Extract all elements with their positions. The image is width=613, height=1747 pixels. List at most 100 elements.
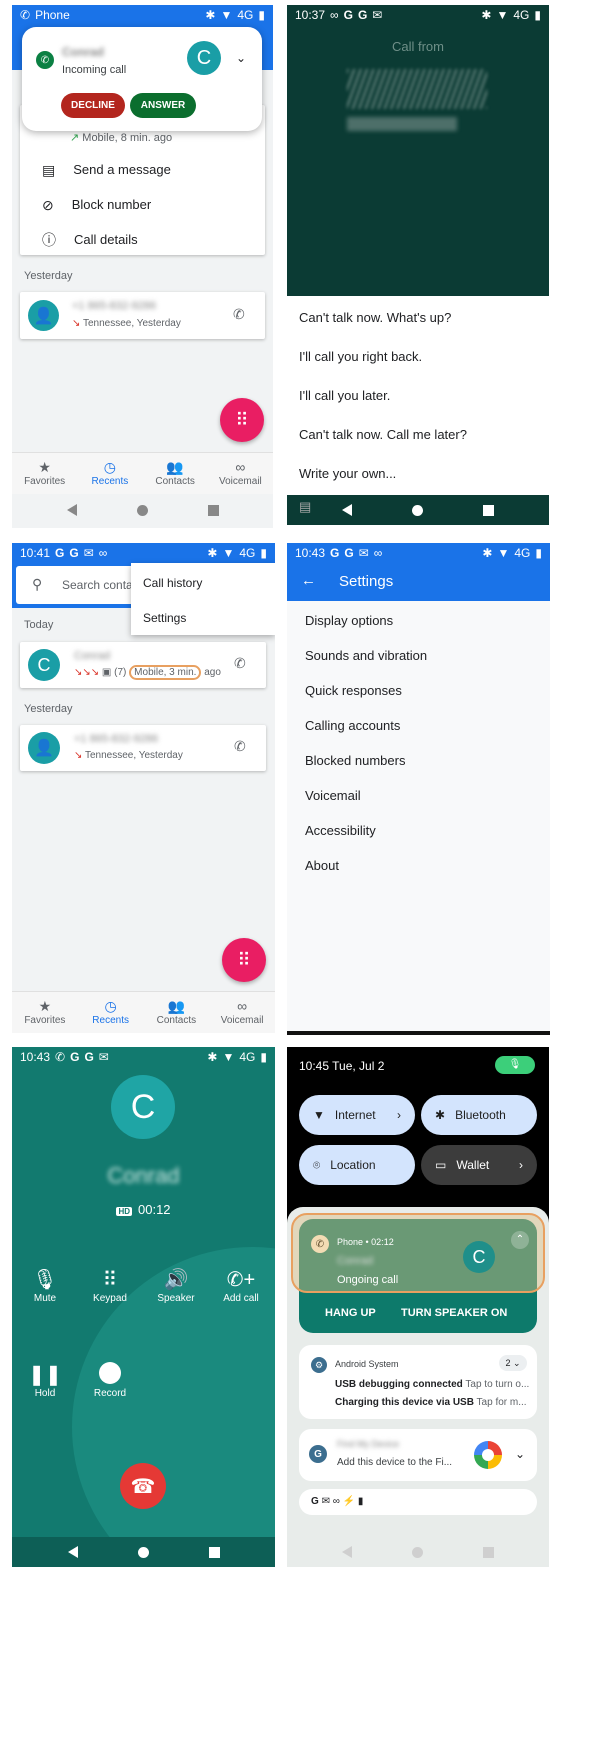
back-button[interactable] xyxy=(342,1546,352,1558)
yesterday-call-entry[interactable]: 👤 +1 865-832-9286 ↘ Tennessee, Yesterday… xyxy=(20,725,266,771)
panel-notification-shade: 10:45 Tue, Jul 2 🎙 ▼ Internet › ✱ Bluetooth… xyxy=(287,1047,549,1567)
star-icon: ★ xyxy=(38,998,52,1014)
recents-button[interactable] xyxy=(208,1546,220,1558)
add-call-button[interactable]: ✆+ Add call xyxy=(211,1267,271,1304)
reply-option-1[interactable]: Can't talk now. What's up? xyxy=(299,310,451,325)
decline-button[interactable]: DECLINE xyxy=(61,93,125,118)
settings-voicemail[interactable]: Voicemail xyxy=(305,788,361,803)
end-call-button[interactable]: ☎ xyxy=(120,1463,166,1509)
today-call-entry[interactable]: C Conrad ↘↘↘ ▣ (7) Mobile, 3 min. ago ✆ xyxy=(20,642,266,688)
tile-bluetooth[interactable]: ✱ Bluetooth xyxy=(421,1095,537,1135)
dialpad-button[interactable]: ⠿ xyxy=(220,398,264,442)
chevron-up-icon[interactable]: ⌃ xyxy=(511,1231,529,1249)
home-button[interactable] xyxy=(137,1546,149,1558)
settings-display-options[interactable]: Display options xyxy=(305,613,393,628)
call-icon[interactable]: ✆ xyxy=(234,655,246,672)
tab-favorites[interactable]: ★ Favorites xyxy=(12,453,77,494)
mic-off-icon: 🎙 xyxy=(32,1269,58,1291)
app-bar: ← Settings xyxy=(287,563,550,601)
google-icon: G xyxy=(309,1445,327,1463)
settings-about[interactable]: About xyxy=(305,858,339,873)
incoming-call-notification[interactable]: ✆ Conrad Incoming call C ⌄ DECLINE ANSWE… xyxy=(22,27,262,131)
tab-voicemail[interactable]: ∞ Voicemail xyxy=(209,992,275,1033)
keypad-button[interactable]: ⠿ Keypad xyxy=(80,1267,140,1304)
recents-button[interactable] xyxy=(483,1546,494,1558)
notif-count[interactable]: 2 ⌄ xyxy=(499,1355,527,1371)
search-icon: ⚲ xyxy=(32,576,43,592)
panel-incoming-call: ✆ Phone ✱ ▼ 4G ▮ ↗ Mobile, 8 min. ago ▤ Send … xyxy=(12,5,273,528)
back-button[interactable] xyxy=(66,504,77,516)
back-arrow-icon[interactable]: ← xyxy=(301,572,316,589)
reply-option-2[interactable]: I'll call you right back. xyxy=(299,349,422,364)
back-button[interactable] xyxy=(342,504,352,516)
people-icon: 👥 xyxy=(167,998,186,1014)
call-icon[interactable]: ✆ xyxy=(233,306,245,323)
tab-recents[interactable]: ◷ Recents xyxy=(78,992,144,1033)
speaker-button[interactable]: TURN SPEAKER ON xyxy=(401,1307,507,1319)
bluetooth-icon: ✱ xyxy=(207,1050,218,1064)
dialpad-button[interactable]: ⠿ xyxy=(222,938,266,982)
recents-button[interactable] xyxy=(483,504,494,516)
call-details-item[interactable]: ⓘ Call details xyxy=(42,232,138,247)
chevron-down-icon[interactable]: ⌄ xyxy=(236,51,246,65)
answer-button[interactable]: ANSWER xyxy=(130,93,196,118)
tab-favorites[interactable]: ★ Favorites xyxy=(12,992,78,1033)
hold-button[interactable]: ❚❚ Hold xyxy=(15,1362,75,1399)
reply-option-3[interactable]: I'll call you later. xyxy=(299,388,390,403)
system-notification[interactable]: ⚙ Android System 2 ⌄ USB debugging conne… xyxy=(299,1345,537,1419)
ongoing-call-notification[interactable]: ✆ Phone • 02:12 Conrad Ongoing call C ⌃ … xyxy=(291,1213,545,1333)
home-button[interactable] xyxy=(412,504,423,516)
overflow-icons-strip[interactable]: G ✉ ∞ ⚡ ▮ xyxy=(299,1489,537,1515)
speaker-button[interactable]: 🔊 Speaker xyxy=(146,1267,206,1304)
add-call-icon: ✆+ xyxy=(226,1269,256,1291)
record-button[interactable]: Record xyxy=(80,1362,140,1399)
google-notification[interactable]: G Find My Device Add this device to the … xyxy=(299,1429,537,1481)
menu-settings[interactable]: Settings xyxy=(143,611,186,625)
voicemail-icon: ∞ xyxy=(235,459,246,475)
voicemail-icon: ∞ xyxy=(332,1496,340,1507)
highlight-mobile-time: Mobile, 3 min. xyxy=(129,665,202,680)
tab-contacts[interactable]: 👥 Contacts xyxy=(143,453,208,494)
mute-button[interactable]: 🎙 Mute xyxy=(15,1267,75,1304)
settings-sounds-vibration[interactable]: Sounds and vibration xyxy=(305,648,427,663)
today-header: Today xyxy=(24,619,54,631)
notification-area: ✆ Phone • 02:12 Conrad Ongoing call C ⌃ … xyxy=(287,1207,549,1567)
menu-call-history[interactable]: Call history xyxy=(143,576,202,590)
panel-ongoing-call: 10:43 ✆ G G ✉ ✱ ▼ 4G ▮ C Conrad HD 00:12 🎙 Mute ⠿… xyxy=(12,1047,275,1567)
send-message-item[interactable]: ▤ Send a message xyxy=(42,162,171,177)
hang-up-button[interactable]: HANG UP xyxy=(325,1307,376,1319)
tab-voicemail[interactable]: ∞ Voicemail xyxy=(208,453,273,494)
page-title: Settings xyxy=(339,573,394,590)
settings-quick-responses[interactable]: Quick responses xyxy=(305,683,402,698)
bluetooth-icon: ✱ xyxy=(207,546,218,560)
reply-option-4[interactable]: Can't talk now. Call me later? xyxy=(299,427,467,442)
call-icon[interactable]: ✆ xyxy=(234,738,246,755)
tile-internet[interactable]: ▼ Internet › xyxy=(299,1095,415,1135)
tab-recents[interactable]: ◷ Recents xyxy=(77,453,142,494)
settings-calling-accounts[interactable]: Calling accounts xyxy=(305,718,400,733)
caller-name: Conrad xyxy=(337,1255,374,1267)
battery-icon: ▮ xyxy=(534,8,541,22)
bottom-tab-bar: ★ Favorites ◷ Recents 👥 Contacts ∞ Voicemail xyxy=(12,991,275,1033)
back-button[interactable] xyxy=(67,1546,78,1558)
yesterday-call-entry[interactable]: 👤 +1 865-832-9286 ↘ Tennessee, Yesterday… xyxy=(20,292,265,339)
datetime: 10:45 Tue, Jul 2 xyxy=(299,1059,385,1073)
home-button[interactable] xyxy=(136,504,148,516)
home-button[interactable] xyxy=(412,1546,423,1558)
message-icon: ▤ xyxy=(299,499,312,514)
tile-location[interactable]: ⌾ Location xyxy=(299,1145,415,1185)
tile-wallet[interactable]: ▭ Wallet › xyxy=(421,1145,537,1185)
recents-button[interactable] xyxy=(207,504,219,516)
settings-blocked-numbers[interactable]: Blocked numbers xyxy=(305,753,405,768)
notif-status: Ongoing call xyxy=(337,1274,399,1286)
mic-indicator: 🎙 xyxy=(495,1056,535,1074)
settings-accessibility[interactable]: Accessibility xyxy=(305,823,376,838)
dialpad-icon: ⠿ xyxy=(102,1269,118,1291)
reply-option-custom[interactable]: Write your own... xyxy=(299,466,396,481)
block-icon: ⊘ xyxy=(42,196,54,213)
call-meta: ↘ Tennessee, Yesterday xyxy=(74,750,183,761)
block-number-item[interactable]: ⊘ Block number xyxy=(42,197,151,212)
speaker-icon: 🔊 xyxy=(163,1269,189,1291)
chevron-down-icon[interactable]: ⌄ xyxy=(515,1447,525,1461)
tab-contacts[interactable]: 👥 Contacts xyxy=(144,992,210,1033)
